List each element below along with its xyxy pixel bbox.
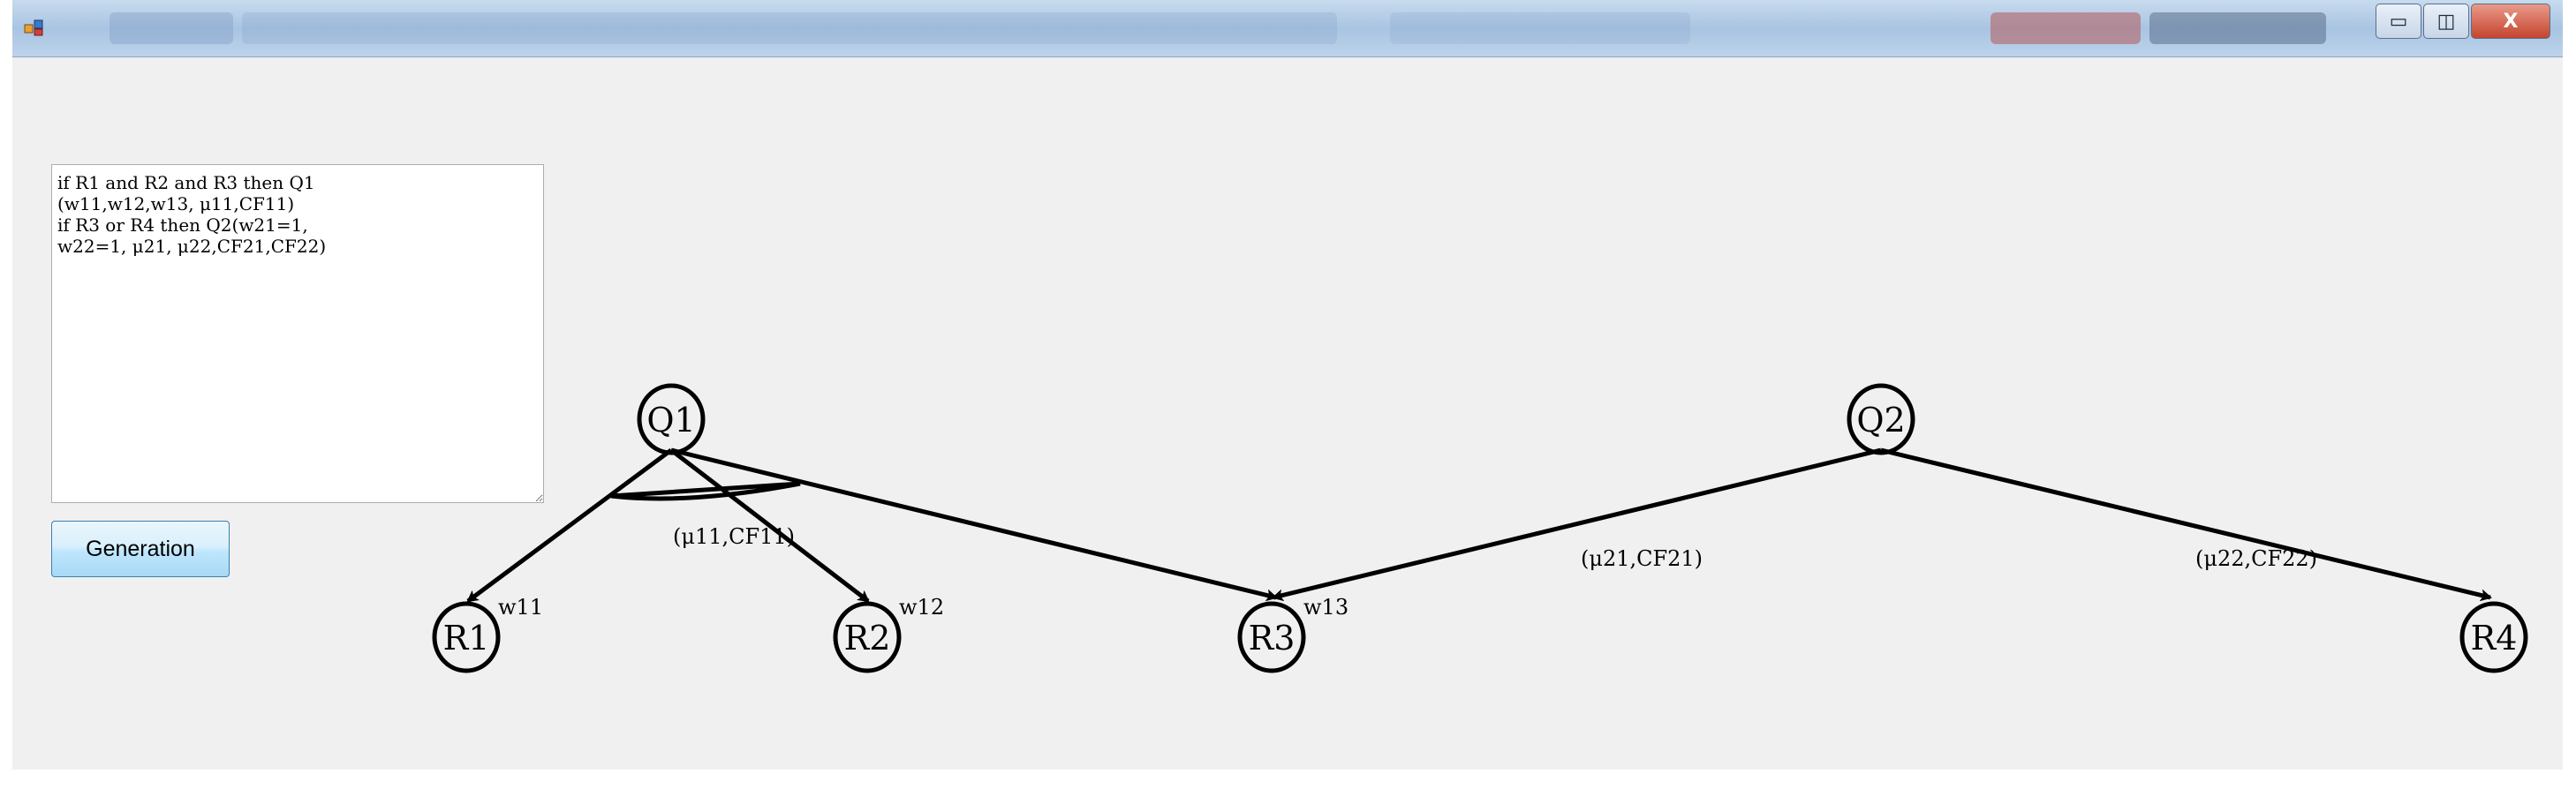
node-q2: Q2 bbox=[1847, 383, 1915, 455]
node-q1: Q1 bbox=[637, 383, 706, 455]
weight-w11: w11 bbox=[498, 595, 543, 620]
node-r1: R1 bbox=[432, 601, 501, 673]
svg-text:Q1: Q1 bbox=[646, 401, 695, 440]
svg-text:R2: R2 bbox=[844, 619, 891, 658]
svg-text:Q2: Q2 bbox=[1856, 401, 1905, 440]
node-r3: R3 bbox=[1237, 601, 1306, 673]
weight-w12: w12 bbox=[899, 595, 944, 620]
label-q2-r4: (μ22,CF22) bbox=[2195, 546, 2317, 571]
edge-q2-r3 bbox=[1272, 447, 1882, 602]
rule-network-diagram: Q1 Q2 R1 R2 R3 R4 w11 w12 w13 (μ11,CF11)… bbox=[432, 383, 2528, 673]
weight-w13: w13 bbox=[1303, 595, 1348, 620]
svg-text:R1: R1 bbox=[443, 619, 490, 658]
edge-q1-r1 bbox=[466, 447, 673, 604]
svg-text:R4: R4 bbox=[2471, 619, 2518, 658]
and-arc bbox=[610, 481, 801, 501]
svg-text:R3: R3 bbox=[1249, 619, 1296, 658]
label-q2-r3: (μ21,CF21) bbox=[1581, 546, 1703, 571]
node-r2: R2 bbox=[833, 601, 902, 673]
edge-q2-r4 bbox=[1880, 447, 2492, 602]
node-r4: R4 bbox=[2459, 601, 2528, 673]
label-q1-rule: (μ11,CF11) bbox=[673, 524, 795, 549]
